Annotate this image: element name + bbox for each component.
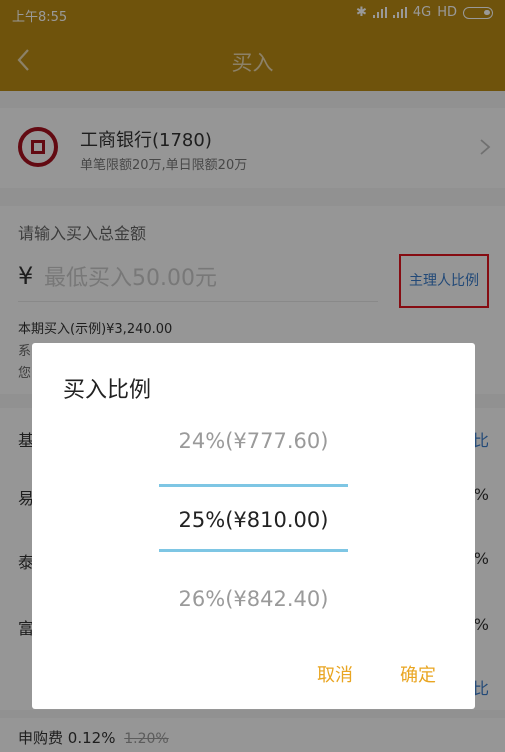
picker-option[interactable]: 26%(¥842.40) xyxy=(32,587,475,611)
cancel-button[interactable]: 取消 xyxy=(317,661,353,687)
confirm-button[interactable]: 确定 xyxy=(400,661,436,687)
ratio-picker-dialog: 买入比例 24%(¥777.60) 25%(¥810.00) 26%(¥842.… xyxy=(32,343,475,709)
picker-option-selected[interactable]: 25%(¥810.00) xyxy=(32,508,475,532)
picker-divider-top xyxy=(159,484,348,487)
dialog-title: 买入比例 xyxy=(63,378,152,403)
picker-option[interactable]: 24%(¥777.60) xyxy=(32,429,475,453)
picker-divider-bottom xyxy=(159,549,348,552)
